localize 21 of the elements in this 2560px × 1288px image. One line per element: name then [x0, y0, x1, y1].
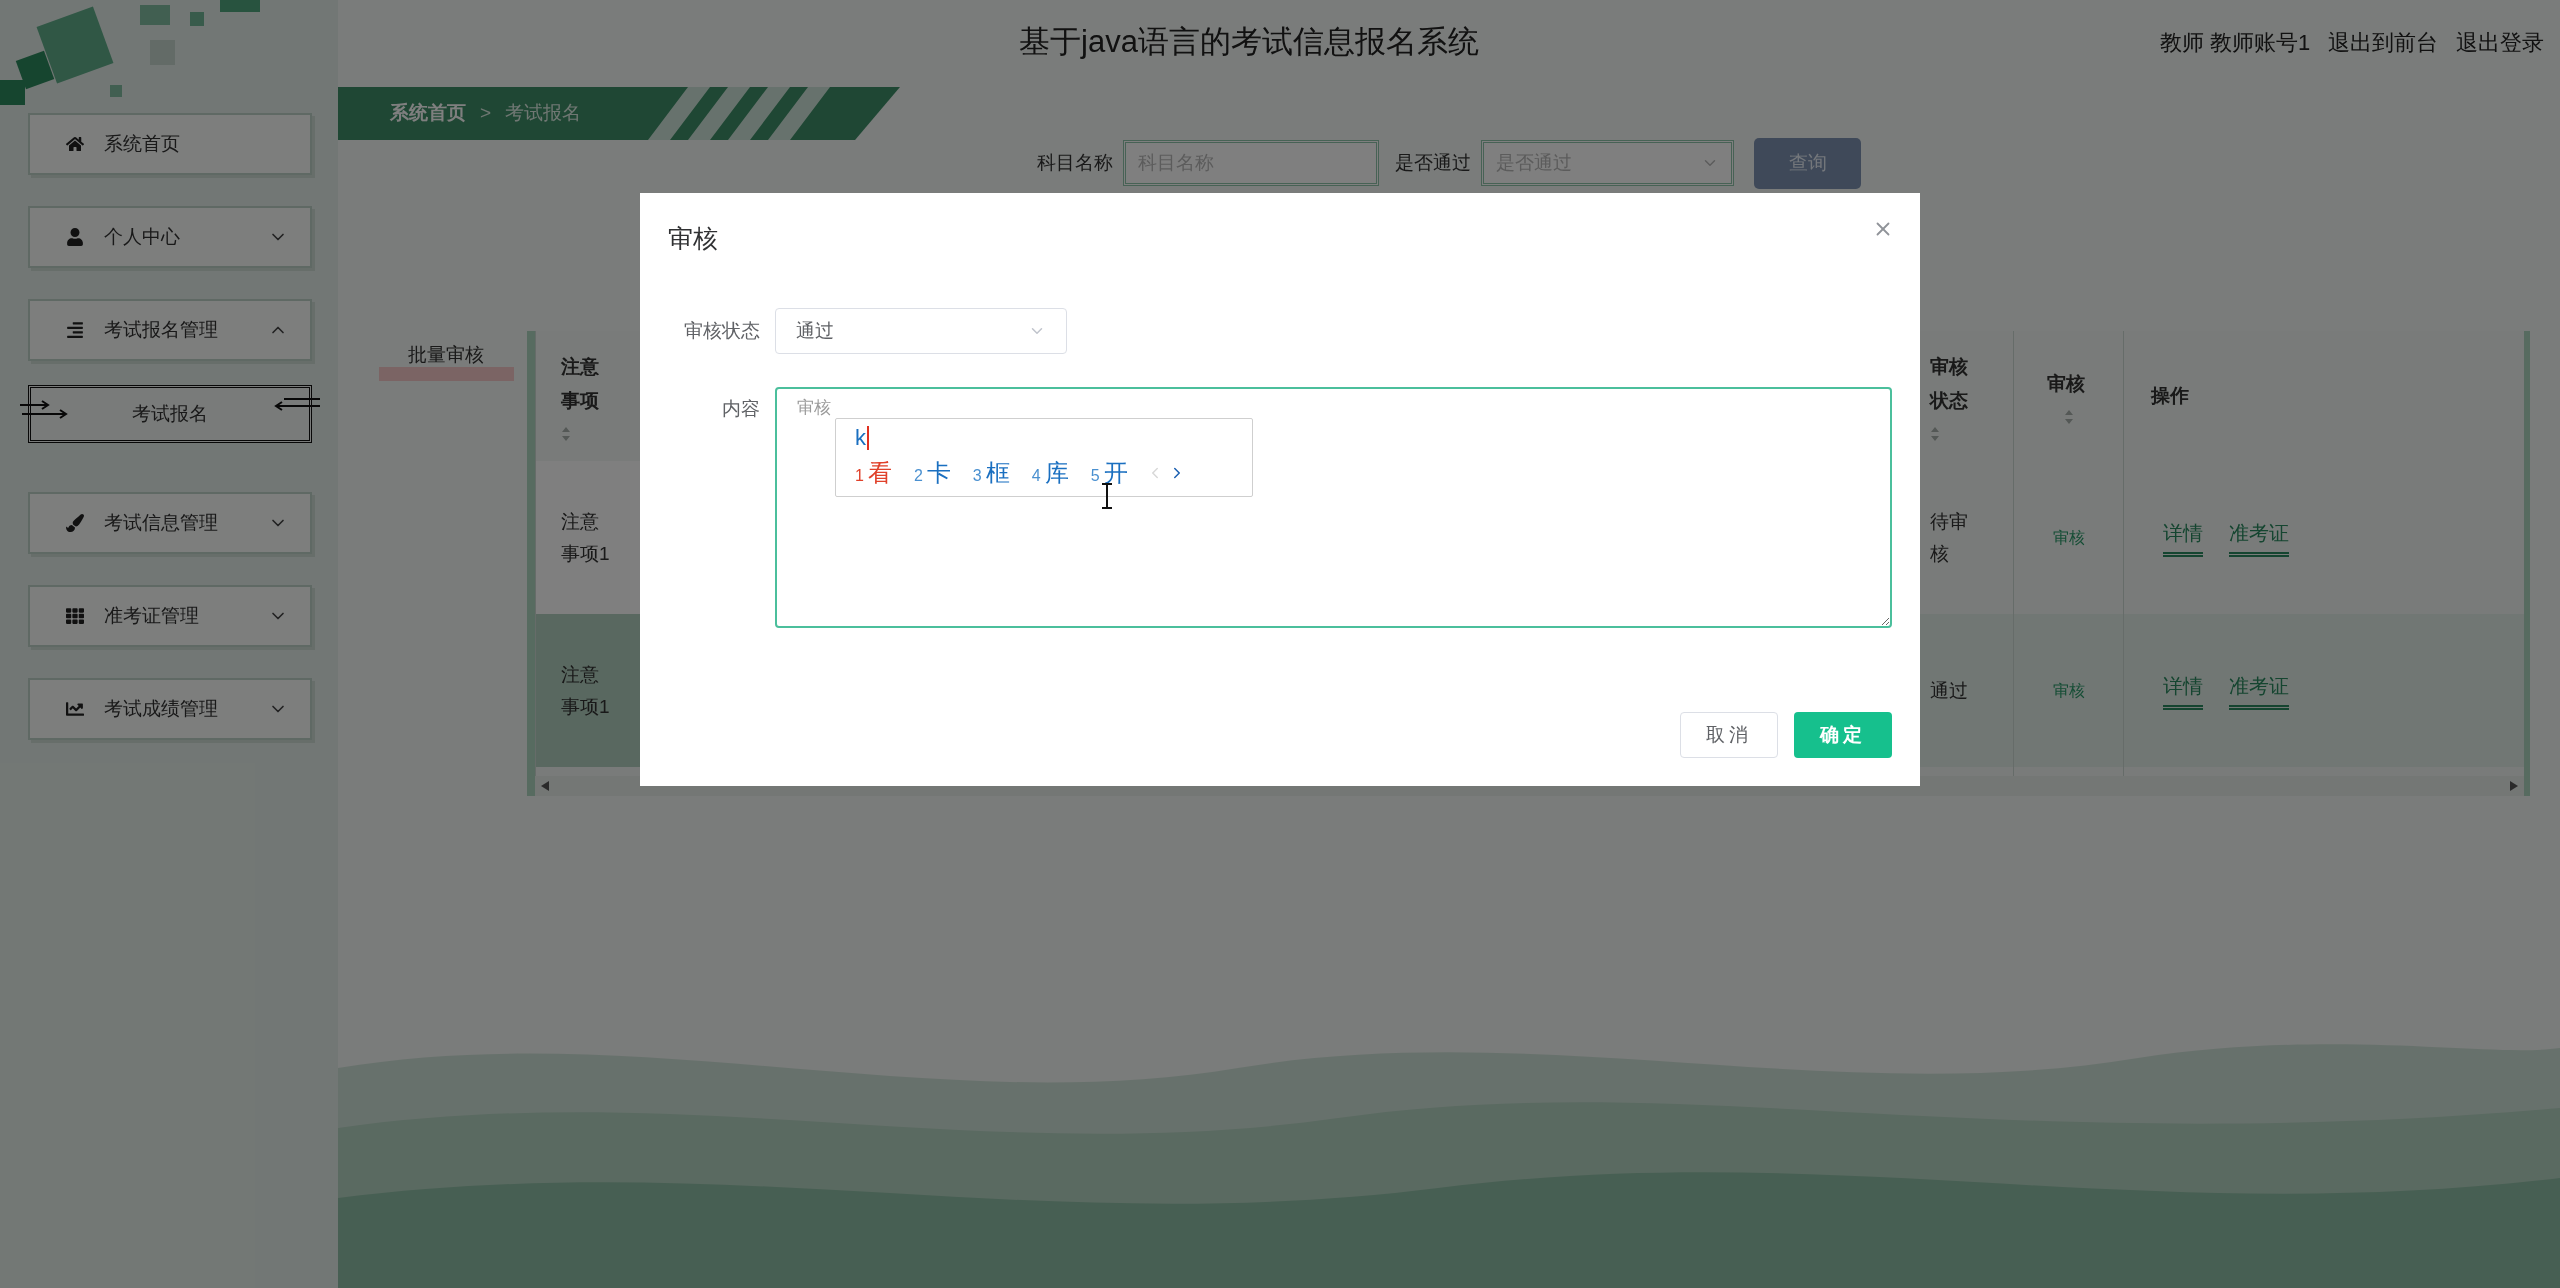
dialog-title: 审核	[668, 223, 718, 255]
search-label: 是否通过	[1395, 150, 1471, 175]
menu-label: 个人中心	[104, 224, 181, 249]
form-label: 审核状态	[683, 319, 761, 343]
table-cell-text: 注意事项1	[561, 662, 611, 719]
menu-label: 考试信息管理	[104, 510, 219, 535]
breadcrumb-item: 考试报名	[505, 101, 582, 126]
table-cell-text: 注意事项1	[561, 509, 611, 566]
menu-label: 准考证管理	[104, 603, 200, 628]
system-title: 基于java语言的考试信息报名系统	[1019, 23, 1479, 62]
table-cell-text: 通过	[1930, 678, 1969, 703]
ime-input-text: k	[855, 426, 869, 450]
breadcrumb-separator: >	[480, 101, 492, 126]
form-label: 内容	[721, 397, 761, 421]
table-cell-text: 待审核	[1930, 509, 1969, 566]
menu-label: 考试报名管理	[104, 317, 219, 342]
menu-label: 系统首页	[104, 131, 181, 156]
menu-label: 考试成绩管理	[104, 696, 219, 721]
search-label: 科目名称	[1037, 150, 1113, 175]
user-name: 教师 教师账号1	[2160, 29, 2311, 57]
column-header: 操作	[2149, 383, 2190, 408]
